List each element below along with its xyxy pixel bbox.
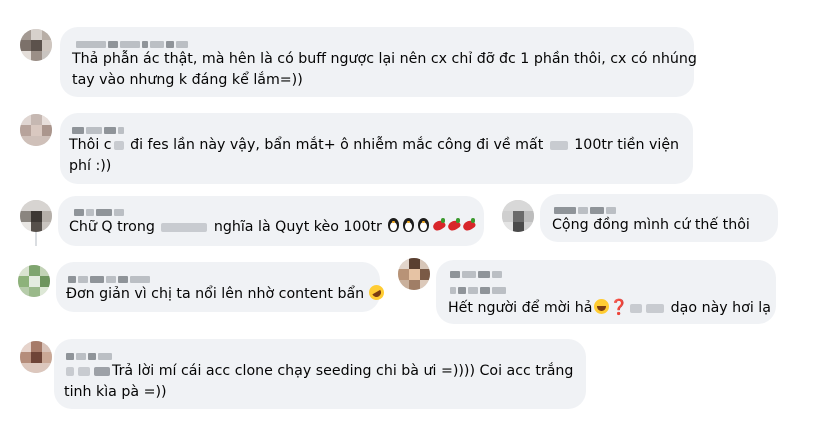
comment-bubble: Đơn giản vì chị ta nổi lên nhờ content b…: [56, 262, 387, 312]
comment-author[interactable]: [554, 205, 616, 215]
comment-author[interactable]: [66, 351, 112, 361]
rolling-on-floor-laughing-icon: [365, 282, 387, 303]
redacted-text: [549, 140, 568, 150]
comment-text-segment: đi fes lần này vậy, bẩn mắt+ ô nhiễm mắc…: [125, 137, 548, 153]
chili-pepper-icon: [431, 217, 447, 233]
comment-author[interactable]: [450, 269, 502, 279]
comment-author[interactable]: [74, 207, 124, 217]
redacted-text: [646, 303, 665, 313]
comment-text-line: Trả lời mí cái acc clone chạy seeding ch…: [64, 361, 573, 382]
comment-author-subtitle: [450, 285, 506, 295]
redacted-text: [113, 140, 124, 150]
avatar[interactable]: [18, 265, 50, 297]
comment-text-line: Đơn giản vì chị ta nổi lên nhờ content b…: [66, 282, 387, 305]
comment-text-line: Chữ Q trong nghĩa là Quyt kèo 100tr: [69, 217, 477, 238]
comment-text-line: tay vào nhưng k đáng kể lắm=)): [72, 72, 303, 88]
redacted-text: [161, 222, 208, 232]
avatar[interactable]: [20, 200, 52, 232]
comment-bubble: Trả lời mí cái acc clone chạy seeding ch…: [54, 339, 586, 409]
penguin-icon: [416, 217, 431, 233]
comment-text-segment: dạo này hơi lạ: [666, 300, 771, 316]
redacted-text: [630, 303, 643, 313]
comment-text-segment: Chữ Q trong: [69, 219, 160, 235]
chili-pepper-icon: [461, 217, 477, 233]
comment-text-line: Cộng đồng mình cứ thế thôi: [552, 217, 750, 233]
comment-text-line: phí :)): [69, 158, 112, 174]
redacted-text: [94, 366, 110, 376]
avatar[interactable]: [20, 114, 52, 146]
avatar[interactable]: [398, 258, 430, 290]
comment-text-segment: Hết người để mời hả: [448, 300, 593, 316]
comment-bubble: Chữ Q trong nghĩa là Quyt kèo 100tr: [58, 196, 484, 246]
red-question-mark-icon: ❓: [609, 298, 629, 316]
comment-author[interactable]: [72, 125, 124, 135]
avatar[interactable]: [502, 200, 534, 232]
comment-text-line: Hết người để mời hả ❓ dạo này hơi lạ: [448, 297, 771, 319]
penguin-icon: [386, 217, 401, 233]
comment-text-segment: Trả lời mí cái acc clone chạy seeding ch…: [112, 363, 574, 379]
comment-text-line: Thả phẫn ác thật, mà hên là có buff ngượ…: [72, 51, 697, 67]
comment-text-segment: 100tr tiền viện: [569, 137, 680, 153]
avatar[interactable]: [20, 29, 52, 61]
comment-bubble: Cộng đồng mình cứ thế thôi: [540, 194, 778, 242]
penguin-icon: [401, 217, 416, 233]
comment-text-segment: Đơn giản vì chị ta nổi lên nhờ content b…: [66, 286, 369, 302]
avatar[interactable]: [20, 341, 52, 373]
comment-author[interactable]: [76, 39, 188, 49]
chili-pepper-icon: [446, 217, 462, 233]
comment-text-segment: nghĩa là Quyt kèo 100tr: [209, 219, 387, 235]
comment-bubble: Thôi c đi fes lần này vậy, bẩn mắt+ ô nh…: [60, 113, 693, 184]
comment-bubble: Hết người để mời hả ❓ dạo này hơi lạ: [436, 260, 776, 324]
comment-text-line: tinh kìa pà =)): [64, 384, 167, 400]
thread-line: [35, 232, 37, 246]
comment-text-segment: Thôi c: [69, 137, 112, 153]
redacted-text: [66, 366, 74, 376]
comment-text-line: Thôi c đi fes lần này vậy, bẩn mắt+ ô nh…: [69, 135, 679, 156]
grinning-face-icon: [594, 299, 610, 314]
comment-bubble: Thả phẫn ác thật, mà hên là có buff ngượ…: [60, 27, 697, 97]
comment-author[interactable]: [68, 274, 150, 284]
redacted-text: [78, 366, 90, 376]
